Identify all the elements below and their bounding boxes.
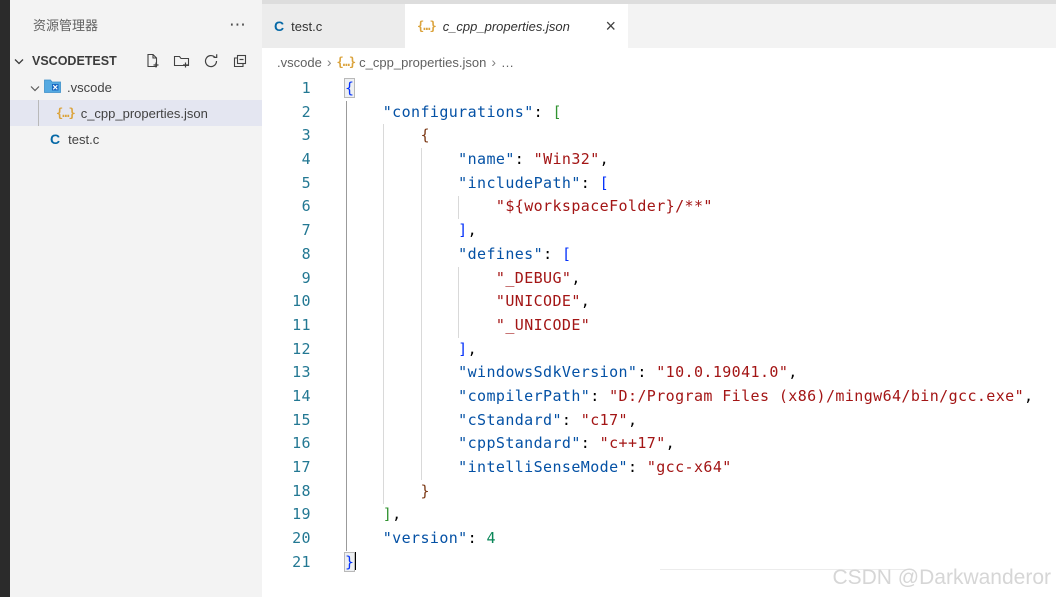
tree-item-label: c_cpp_properties.json — [80, 105, 208, 121]
collapse-all-icon[interactable] — [232, 53, 248, 69]
more-actions-icon[interactable]: ⋯ — [229, 16, 246, 33]
tree-item-label: test.c — [68, 131, 100, 147]
breadcrumb-separator: › — [491, 54, 497, 70]
c-file-icon: C — [50, 131, 61, 147]
tab-label: c_cpp_properties.json — [442, 18, 570, 34]
text-cursor — [354, 551, 357, 570]
breadcrumb-item-file[interactable]: c_cpp_properties.json — [359, 55, 486, 70]
workspace-name: VSCODETEST — [32, 54, 117, 68]
tree-indent-guide — [38, 100, 39, 126]
breadcrumb-separator: › — [326, 54, 332, 70]
code-editor[interactable]: 1 2 3 4 5 6 7 8 9 10 11 12 13 14 15 16 17 18 19 20 21 { "con… — [262, 76, 1056, 597]
tree-item-label: .vscode — [67, 79, 112, 95]
breadcrumb: .vscode › {…} c_cpp_properties.json › … — [262, 48, 1056, 76]
explorer-actions — [144, 53, 262, 69]
workspace-section-row[interactable]: VSCODETEST — [10, 48, 262, 74]
refresh-icon[interactable] — [203, 53, 219, 69]
chevron-down-icon — [14, 52, 24, 70]
tab-c-cpp-properties[interactable]: {…} c_cpp_properties.json × — [405, 4, 628, 48]
explorer-sidebar: 资源管理器 ⋯ VSCODETEST .vscode {…} c_cpp_pro… — [10, 0, 262, 597]
close-icon[interactable]: × — [605, 17, 616, 35]
chevron-down-icon — [30, 80, 40, 95]
tree-item-vscode-folder[interactable]: .vscode — [10, 74, 262, 100]
json-file-icon: {…} — [56, 106, 76, 120]
c-file-icon: C — [274, 18, 285, 34]
file-tree: .vscode {…} c_cpp_properties.json C test… — [10, 74, 262, 152]
activity-bar-edge — [0, 0, 10, 597]
watermark: CSDN @Darkwanderor — [832, 566, 1051, 589]
tree-item-c-cpp-properties[interactable]: {…} c_cpp_properties.json — [10, 100, 262, 126]
editor-group: C test.c {…} c_cpp_properties.json × .vs… — [262, 0, 1056, 597]
json-file-icon: {…} — [336, 55, 356, 69]
vscode-folder-icon — [44, 79, 61, 96]
line-numbers: 1 2 3 4 5 6 7 8 9 10 11 12 13 14 15 16 17 18 19 20 21 — [292, 79, 311, 571]
tab-bar: C test.c {…} c_cpp_properties.json × — [262, 0, 1056, 48]
tree-item-test-c[interactable]: C test.c — [10, 126, 262, 152]
explorer-title: 资源管理器 — [33, 17, 99, 33]
code-content[interactable]: { "configurations": [ { "name": "Win32",… — [343, 77, 1033, 574]
tab-label: test.c — [291, 18, 323, 34]
breadcrumb-item-vscode[interactable]: .vscode — [277, 55, 322, 70]
new-file-icon[interactable] — [144, 53, 160, 69]
tab-test-c[interactable]: C test.c — [262, 4, 405, 48]
explorer-header: 资源管理器 ⋯ — [10, 0, 262, 48]
breadcrumb-item-symbol[interactable]: … — [501, 55, 514, 70]
new-folder-icon[interactable] — [173, 53, 190, 69]
json-file-icon: {…} — [417, 19, 437, 33]
